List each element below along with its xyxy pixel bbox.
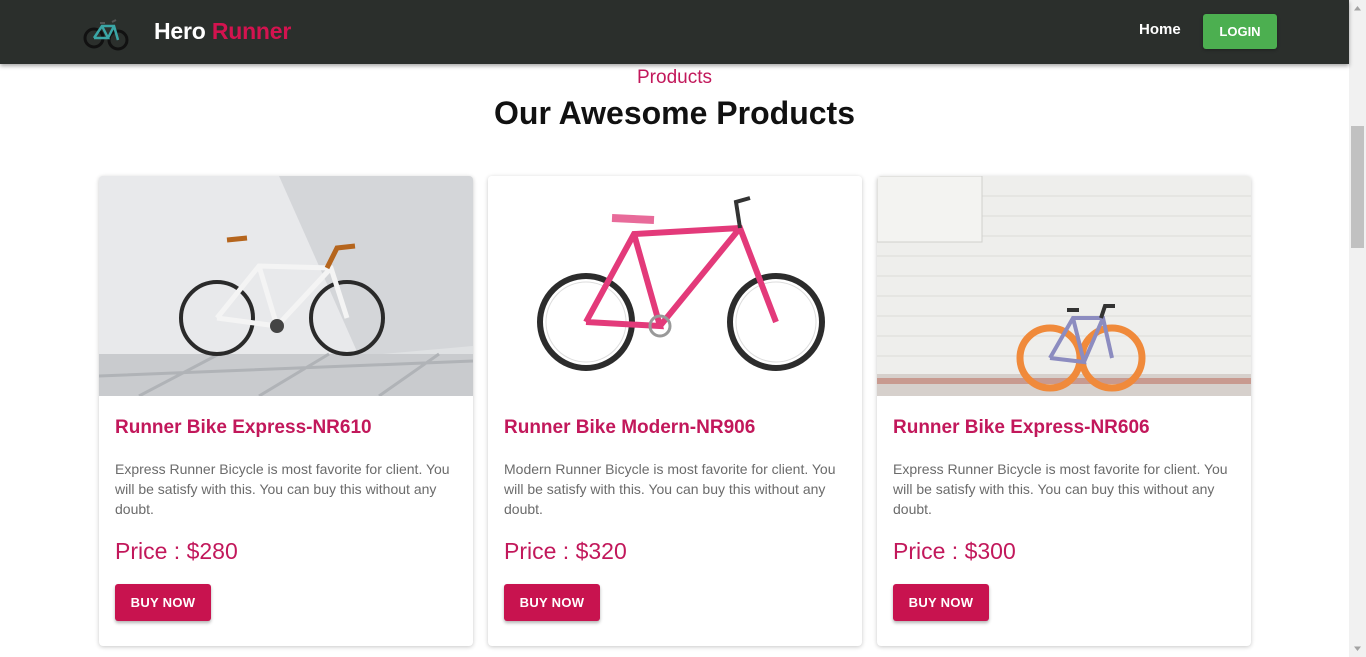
buy-now-button[interactable]: BUY NOW: [504, 584, 600, 621]
section-eyebrow: Products: [637, 67, 712, 88]
login-button[interactable]: LOGIN: [1203, 14, 1277, 49]
brand-name[interactable]: Hero Runner: [154, 18, 291, 45]
product-title: Runner Bike Express-NR610: [115, 417, 372, 438]
product-card: Runner Bike Modern-NR906 Modern Runner B…: [488, 176, 862, 646]
product-title: Runner Bike Express-NR606: [893, 417, 1150, 438]
brand-second: Runner: [211, 18, 292, 44]
product-title: Runner Bike Modern-NR906: [504, 417, 756, 438]
buy-now-button[interactable]: BUY NOW: [115, 584, 211, 621]
product-description: Express Runner Bicycle is most favorite …: [893, 461, 1228, 517]
navbar: Hero Runner Home LOGIN: [0, 0, 1349, 64]
product-price: Price : $300: [893, 538, 1016, 564]
product-description: Express Runner Bicycle is most favorite …: [115, 461, 450, 517]
orange-wheel-bike-photo: [877, 176, 1251, 396]
scroll-up-arrow-icon[interactable]: [1349, 0, 1366, 17]
product-card: Runner Bike Express-NR606 Express Runner…: [877, 176, 1251, 646]
brand-first: Hero: [154, 18, 206, 44]
scrollbar-thumb[interactable]: [1351, 126, 1364, 248]
scroll-down-arrow-icon[interactable]: [1349, 640, 1366, 657]
pink-bike-photo: [488, 176, 862, 396]
silver-bike-photo: [99, 176, 473, 396]
product-description: Modern Runner Bicycle is most favorite f…: [504, 461, 836, 517]
product-card: Runner Bike Express-NR610 Express Runner…: [99, 176, 473, 646]
buy-now-button[interactable]: BUY NOW: [893, 584, 989, 621]
product-price: Price : $320: [504, 538, 627, 564]
bicycle-logo-icon[interactable]: [82, 10, 130, 54]
product-price: Price : $280: [115, 538, 238, 564]
section-title: Our Awesome Products: [494, 95, 855, 131]
nav-home-link[interactable]: Home: [1139, 21, 1181, 38]
vertical-scrollbar[interactable]: [1349, 0, 1366, 657]
